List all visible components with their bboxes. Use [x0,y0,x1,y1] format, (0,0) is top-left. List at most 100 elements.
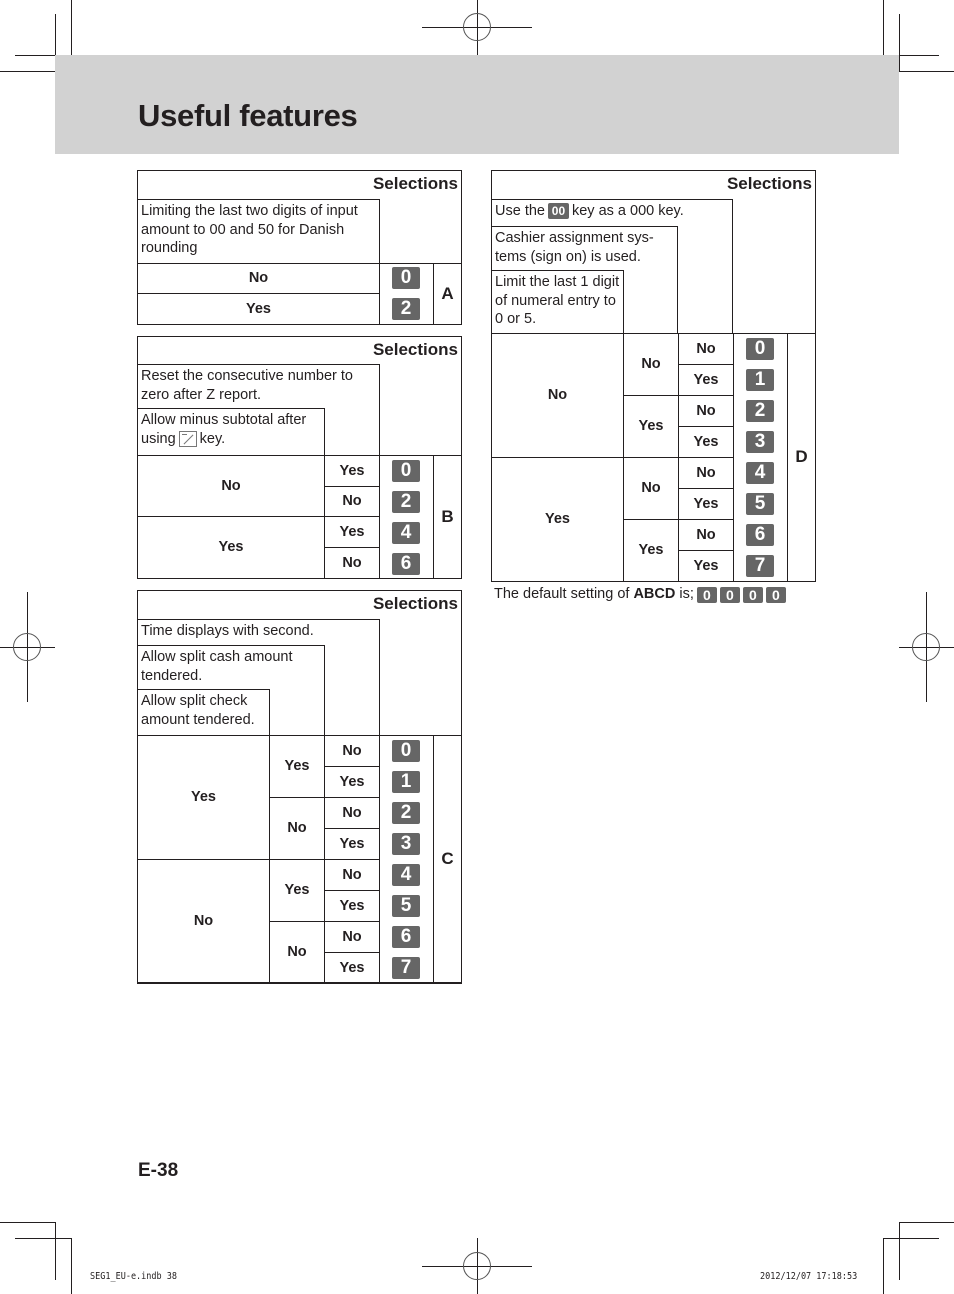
setting-description: Limiting the last two digits of input am… [137,199,380,264]
option-cell: No [623,333,679,396]
value-keycap: 3 [746,431,774,453]
value-keycap: 6 [746,524,774,546]
registration-circle [912,633,940,661]
option-cell: Yes [324,828,380,860]
value-keycap: 6 [392,926,420,948]
value-keycap: 1 [392,771,420,793]
slug-timestamp: 2012/12/07 17:18:53 [760,1271,858,1282]
value-keycap: 5 [392,895,420,917]
option-cell: Yes [623,395,679,458]
option-cell: Yes [623,519,679,582]
crop-mark [0,71,55,72]
registration-circle [463,1252,491,1280]
option-cell: No [678,333,734,365]
setting-description: Limit the last 1 digit of numeral entry … [491,270,624,334]
value-keycap: 0 [392,267,420,289]
option-cell: Yes [678,364,734,396]
option-cell: Yes [269,859,325,922]
option-cell: Yes [324,766,380,798]
crop-mark [71,1238,72,1294]
double-zero-key-icon: 00 [547,203,569,220]
crop-mark [15,1238,71,1239]
value-keycap: 1 [746,369,774,391]
crop-mark [899,1222,900,1280]
note-bold-text: ABCD [633,586,676,602]
crop-mark [899,1222,954,1223]
default-setting-note: The default setting of ABCD is; 0 0 0 0 [494,586,786,603]
option-cell: No [137,859,270,984]
note-text: The default setting of [494,586,630,602]
option-cell: No [324,486,380,517]
value-keycap: 3 [392,833,420,855]
value-keycap: 0 [746,338,774,360]
description-text: key as a 000 key. [571,203,684,219]
option-cell: Yes [678,550,734,582]
option-cell: Yes [137,735,270,860]
option-cell: No [678,519,734,551]
setting-letter: D [787,333,816,582]
option-cell: No [324,735,380,767]
value-keycap: 6 [392,553,420,575]
crop-mark [899,71,954,72]
option-cell: No [678,457,734,489]
crop-mark [883,0,884,55]
value-keycap: 2 [392,298,420,320]
option-cell: No [269,921,325,984]
option-cell: Yes [678,488,734,520]
option-cell: Yes [678,426,734,458]
crop-mark [71,0,72,55]
option-cell: Yes [269,735,325,798]
option-cell: Yes [137,293,380,325]
option-cell: No [137,263,380,294]
value-keycap: 2 [746,400,774,422]
setting-letter: B [433,455,462,579]
crop-mark [883,1238,939,1239]
minus-percent-coupon-key-icon [178,430,197,447]
option-cell: Yes [137,516,325,579]
crop-mark [883,1238,884,1294]
option-cell: Yes [324,952,380,984]
value-keycap: 2 [392,491,420,513]
option-cell: No [137,455,325,517]
default-value-keycap: 0 [696,587,717,603]
crop-mark [0,1222,55,1223]
option-cell: No [491,333,624,458]
value-keycap: 5 [746,493,774,515]
option-cell: Yes [491,457,624,582]
description-text: Use the [495,203,545,219]
crop-mark [55,1222,56,1280]
option-cell: Yes [324,455,380,487]
option-cell: Yes [324,890,380,922]
page-title: Useful features [138,98,358,133]
slug-filename: SEG1_EU-e.indb 38 [90,1271,178,1282]
registration-circle [13,633,41,661]
note-text: is; [679,586,694,602]
default-value-keycap: 0 [719,587,740,603]
setting-letter: A [433,263,462,325]
setting-description: Allow split check amount tendered. [137,689,270,736]
value-keycap: 7 [392,957,420,979]
crop-mark [899,14,900,72]
value-keycap: 4 [392,864,420,886]
page-number: E-38 [138,1160,179,1181]
value-keycap: 0 [392,740,420,762]
setting-description: Allow minus subtotal after using key. [137,408,325,456]
option-cell: No [324,547,380,579]
registration-circle [463,13,491,41]
default-value-keycap: 0 [742,587,763,603]
value-keycap: 4 [746,462,774,484]
option-cell: No [678,395,734,427]
value-keycap: 2 [392,802,420,824]
option-cell: No [324,859,380,891]
value-keycap: 7 [746,555,774,577]
value-keycap: 0 [392,460,420,482]
option-cell: No [324,921,380,953]
value-keycap: 4 [392,522,420,544]
option-cell: No [623,457,679,520]
default-value-keycap: 0 [765,587,786,603]
description-text: key. [199,430,226,447]
option-cell: No [324,797,380,829]
option-cell: No [269,797,325,860]
setting-letter: C [433,735,462,984]
option-cell: Yes [324,516,380,548]
